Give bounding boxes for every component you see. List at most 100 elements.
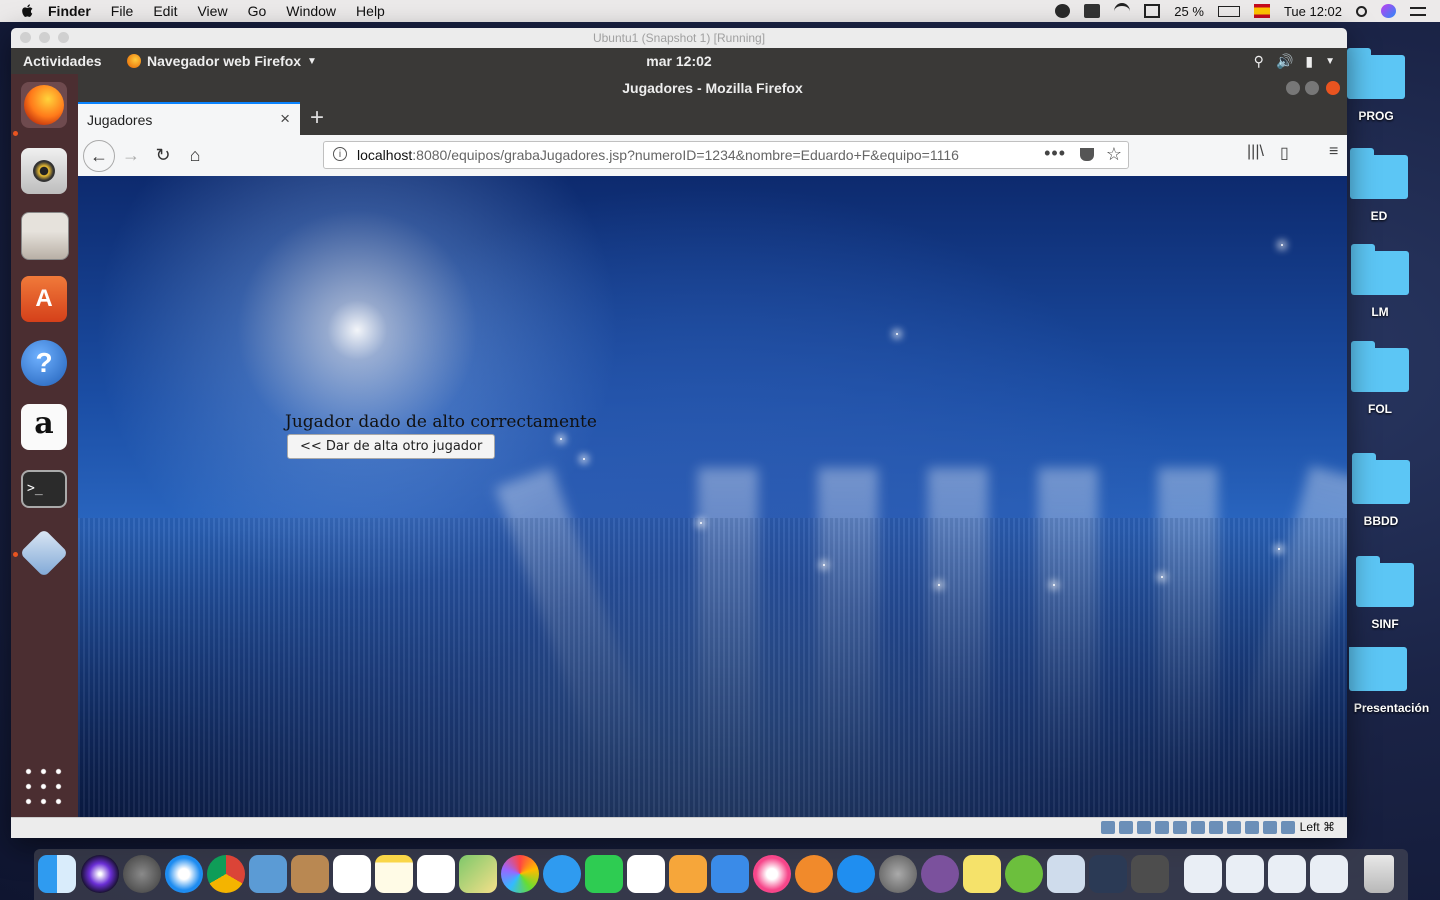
home-button[interactable]: ⌂ xyxy=(181,141,209,169)
menu-edit[interactable]: Edit xyxy=(153,3,177,19)
usb-icon[interactable] xyxy=(1173,821,1187,834)
menubar-clock[interactable]: Tue 12:02 xyxy=(1284,4,1342,19)
menu-help[interactable]: Help xyxy=(356,3,385,19)
system-menu[interactable]: ⚲ 🔊 ▮ ▼ xyxy=(1254,53,1335,70)
photos-icon[interactable] xyxy=(501,855,539,893)
apple-icon[interactable] xyxy=(20,4,34,18)
recent-document-icon[interactable] xyxy=(1184,855,1222,893)
ibooks-icon[interactable] xyxy=(795,855,833,893)
sublime-text-icon[interactable] xyxy=(1131,855,1169,893)
siri-icon[interactable] xyxy=(81,855,119,893)
utorrent-icon[interactable] xyxy=(1005,855,1043,893)
page-actions-icon[interactable]: ••• xyxy=(1044,143,1066,164)
utorrent-status-icon[interactable] xyxy=(1055,4,1071,18)
close-tab-icon[interactable]: × xyxy=(280,109,290,129)
virtualbox-icon[interactable] xyxy=(19,528,69,578)
safari-icon[interactable] xyxy=(165,855,203,893)
launchpad-icon[interactable] xyxy=(123,855,161,893)
spotlight-search-icon[interactable] xyxy=(1356,5,1367,17)
itunes-icon[interactable] xyxy=(753,855,791,893)
audio-icon[interactable] xyxy=(1137,821,1151,834)
shared-folders-icon[interactable] xyxy=(1191,821,1205,834)
host-key-label[interactable]: Left ⌘ xyxy=(1300,820,1335,834)
recent-document-icon[interactable] xyxy=(1226,855,1264,893)
contacts-icon[interactable] xyxy=(291,855,329,893)
system-preferences-icon[interactable] xyxy=(879,855,917,893)
menu-go[interactable]: Go xyxy=(248,3,267,19)
menu-window[interactable]: Window xyxy=(286,3,336,19)
hamburger-menu-icon[interactable]: ≡ xyxy=(1329,143,1338,161)
files-icon[interactable] xyxy=(21,212,69,260)
site-info-icon[interactable]: i xyxy=(333,147,347,161)
optical-drive-icon[interactable] xyxy=(1119,821,1133,834)
app-store-icon[interactable] xyxy=(837,855,875,893)
messages-icon[interactable] xyxy=(543,855,581,893)
network-adapter-icon[interactable] xyxy=(1155,821,1169,834)
desktop-folder-fol[interactable]: FOL xyxy=(1335,341,1425,416)
notes-icon[interactable] xyxy=(375,855,413,893)
chrome-icon[interactable] xyxy=(207,855,245,893)
recent-document-icon[interactable] xyxy=(1310,855,1348,893)
viber-icon[interactable] xyxy=(921,855,959,893)
show-apps-icon[interactable] xyxy=(21,764,67,810)
desktop-folder-ed[interactable]: ED xyxy=(1334,148,1424,223)
calendar-icon[interactable] xyxy=(333,855,371,893)
amazon-icon[interactable]: a xyxy=(21,404,67,450)
battery-icon[interactable] xyxy=(1217,5,1240,17)
desktop-folder-bbdd[interactable]: BBDD xyxy=(1336,453,1426,528)
tab-jugadores[interactable]: Jugadores × xyxy=(78,102,300,135)
firefox-icon[interactable] xyxy=(21,82,67,128)
help-icon[interactable]: ? xyxy=(21,340,67,386)
desktop-folder-lm[interactable]: LM xyxy=(1335,244,1425,319)
display-icon[interactable] xyxy=(1209,821,1223,834)
keyboard-capture-icon[interactable] xyxy=(1281,821,1295,834)
terminal-icon[interactable]: >_ xyxy=(21,470,67,508)
pages-icon[interactable] xyxy=(669,855,707,893)
trash-icon[interactable] xyxy=(1364,855,1394,893)
airplay-icon[interactable] xyxy=(1144,4,1161,18)
mouse-integration-icon[interactable] xyxy=(1263,821,1277,834)
desktop-folder-presentacion[interactable]: Presentación xyxy=(1343,647,1440,715)
maps-icon[interactable] xyxy=(459,855,497,893)
numbers-icon[interactable] xyxy=(627,855,665,893)
back-button[interactable]: ← xyxy=(83,140,115,172)
menu-view[interactable]: View xyxy=(197,3,227,19)
menu-app-name[interactable]: Finder xyxy=(48,3,91,19)
add-another-player-button[interactable]: << Dar de alta otro jugador xyxy=(287,434,496,459)
wifi-icon[interactable] xyxy=(1114,2,1131,20)
rhythmbox-icon[interactable] xyxy=(21,148,67,194)
new-tab-button[interactable]: + xyxy=(310,104,324,132)
sidebar-icon[interactable]: ▯ xyxy=(1280,143,1289,163)
minimize-window-button[interactable] xyxy=(39,32,50,43)
url-bar[interactable]: i localhost:8080/equipos/grabaJugadores.… xyxy=(323,141,1129,169)
pocket-icon[interactable] xyxy=(1080,148,1094,161)
minimize-button[interactable] xyxy=(1286,81,1300,95)
input-source-flag-icon[interactable] xyxy=(1253,4,1270,18)
facetime-icon[interactable] xyxy=(585,855,623,893)
virtualbox-icon[interactable] xyxy=(1047,855,1085,893)
recent-document-icon[interactable] xyxy=(1268,855,1306,893)
screenshot-icon[interactable] xyxy=(1089,855,1127,893)
finder-icon[interactable] xyxy=(38,855,76,893)
mail-icon[interactable] xyxy=(249,855,287,893)
keynote-icon[interactable] xyxy=(711,855,749,893)
hdd-icon[interactable] xyxy=(1101,821,1115,834)
cpu-icon[interactable] xyxy=(1245,821,1259,834)
software-icon[interactable]: A xyxy=(21,276,67,322)
ubuntu-clock[interactable]: mar 12:02 xyxy=(11,53,1347,69)
siri-icon[interactable] xyxy=(1381,4,1396,18)
bookmark-star-icon[interactable]: ☆ xyxy=(1106,144,1122,165)
stickies-icon[interactable] xyxy=(963,855,1001,893)
reload-button[interactable]: ↻ xyxy=(149,141,177,169)
menu-file[interactable]: File xyxy=(111,3,134,19)
close-window-button[interactable] xyxy=(20,32,31,43)
library-icon[interactable]: |||\ xyxy=(1247,143,1264,161)
reminders-icon[interactable] xyxy=(417,855,455,893)
forward-button[interactable]: → xyxy=(117,141,145,169)
docker-icon[interactable] xyxy=(1084,4,1101,18)
maximize-button[interactable] xyxy=(1305,81,1319,95)
close-button[interactable] xyxy=(1326,81,1340,95)
notification-center-icon[interactable] xyxy=(1410,6,1426,16)
video-capture-icon[interactable] xyxy=(1227,821,1241,834)
zoom-window-button[interactable] xyxy=(58,32,69,43)
